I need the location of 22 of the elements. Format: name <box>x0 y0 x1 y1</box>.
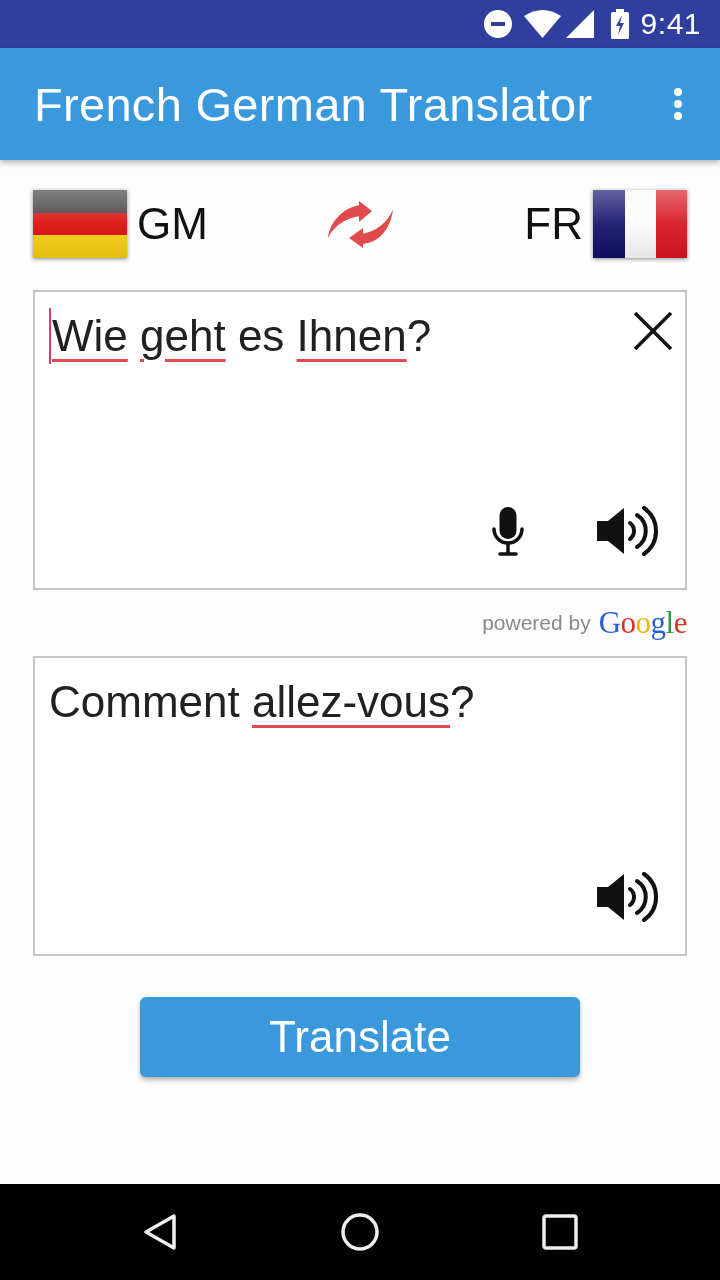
clock-time: 9:41 <box>640 7 701 41</box>
speaker-icon[interactable] <box>597 872 660 922</box>
source-language-code[interactable]: GM <box>137 199 208 249</box>
target-language-code[interactable]: FR <box>524 199 583 249</box>
wifi-icon <box>523 10 561 38</box>
google-logo: Google <box>598 605 687 641</box>
close-icon[interactable] <box>633 311 673 351</box>
speaker-icon[interactable] <box>597 506 660 556</box>
source-text: Wie geht es Ihnen? <box>52 310 433 362</box>
swap-arrows-icon[interactable] <box>327 200 393 248</box>
signal-icon <box>565 10 594 38</box>
battery-charging-icon <box>610 9 629 39</box>
do-not-disturb-icon <box>483 10 512 38</box>
more-options-icon[interactable] <box>674 88 682 120</box>
translation-text: Comment allez-vous? <box>49 676 476 728</box>
back-icon[interactable] <box>143 1213 177 1251</box>
home-icon[interactable] <box>341 1213 379 1251</box>
app-title: French German Translator <box>34 76 593 132</box>
microphone-icon[interactable] <box>492 507 524 556</box>
powered-by-label: powered by <box>482 611 591 635</box>
recent-apps-icon[interactable] <box>542 1214 578 1250</box>
source-text-field[interactable]: Wie geht es Ihnen? <box>33 290 687 590</box>
